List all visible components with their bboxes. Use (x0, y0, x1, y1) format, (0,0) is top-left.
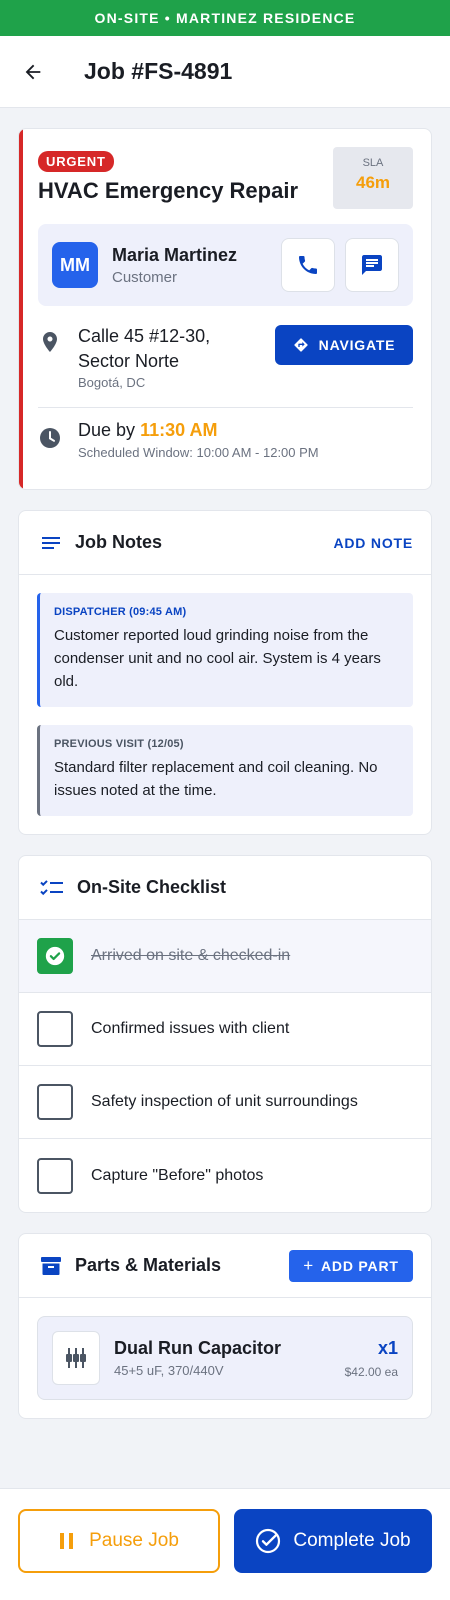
checklist-item-label: Arrived on site & checked-in (91, 947, 291, 964)
customer-name: Maria Martinez (112, 244, 238, 265)
back-button[interactable] (22, 52, 62, 92)
capacitor-icon (66, 1348, 86, 1368)
urgent-accent-bar (19, 129, 23, 489)
sla-label: SLA (362, 157, 384, 169)
check-circle-icon (256, 1528, 281, 1554)
address-city: Bogotá, DC (78, 375, 146, 390)
note-header: DISPATCHER (09:45 AM) (54, 606, 187, 618)
check-circle-icon (45, 946, 65, 966)
note-previous-visit: PREVIOUS VISIT (12/05) Standard filter r… (37, 725, 413, 816)
urgent-badge: URGENT (38, 151, 114, 172)
pause-job-label: Pause Job (89, 1530, 179, 1551)
add-part-button[interactable]: + ADD PART (289, 1249, 413, 1282)
part-item[interactable]: Dual Run Capacitor 45+5 uF, 370/440V x1 … (37, 1316, 413, 1400)
note-header: PREVIOUS VISIT (12/05) (54, 738, 184, 750)
arrow-left-icon (25, 64, 41, 79)
checklist-card: On-Site Checklist Arrived on site & chec… (18, 855, 432, 1213)
customer-panel: MM Maria Martinez Customer (38, 224, 413, 306)
parts-title: Parts & Materials (75, 1255, 222, 1275)
checkbox[interactable] (37, 1157, 73, 1194)
checklist-item[interactable]: Safety inspection of unit surroundings (19, 1066, 431, 1139)
checkbox-checked[interactable] (37, 938, 73, 974)
checklist-item-label: Safety inspection of unit surroundings (91, 1093, 358, 1110)
part-quantity: x1 (377, 1337, 398, 1358)
due-time: 11:30 AM (140, 420, 218, 440)
add-note-button[interactable]: ADD NOTE (333, 535, 413, 551)
status-banner-text: ON-SITE • MARTINEZ RESIDENCE (94, 10, 356, 26)
bottom-action-bar: Pause Job Complete Job (0, 1488, 450, 1600)
pause-icon (60, 1533, 74, 1549)
part-name: Dual Run Capacitor (114, 1338, 282, 1358)
checklist-item-label: Capture "Before" photos (91, 1166, 264, 1184)
location-pin-icon (43, 332, 57, 352)
checkbox[interactable] (37, 1011, 73, 1047)
checklist-item[interactable]: Confirmed issues with client (19, 993, 431, 1066)
notes-icon (42, 536, 60, 549)
due-text: Due by 11:30 AM (78, 420, 319, 441)
note-text: Standard filter replacement and coil cle… (54, 759, 378, 799)
clock-icon (40, 428, 60, 448)
checklist-icon (40, 879, 63, 895)
job-notes-header: Job Notes ADD NOTE (19, 511, 431, 575)
complete-job-button[interactable]: Complete Job (234, 1509, 432, 1573)
checkbox[interactable] (37, 1084, 73, 1120)
pause-job-button[interactable]: Pause Job (18, 1509, 220, 1573)
part-icon-box (52, 1331, 100, 1385)
address-line-1: Calle 45 #12-30, (78, 326, 211, 346)
due-row: Due by 11:30 AM Scheduled Window: 10:00 … (38, 420, 413, 460)
checklist-item[interactable]: Arrived on site & checked-in (19, 920, 431, 993)
add-part-label: ADD PART (321, 1257, 399, 1274)
sla-indicator: SLA 46m (333, 147, 413, 209)
due-prefix: Due by (78, 420, 136, 440)
customer-role: Customer (112, 268, 178, 286)
checklist-item-label: Confirmed issues with client (91, 1020, 290, 1037)
note-text: Customer reported loud grinding noise fr… (54, 627, 381, 690)
status-banner: ON-SITE • MARTINEZ RESIDENCE (0, 0, 450, 36)
scheduled-window: Scheduled Window: 10:00 AM - 12:00 PM (78, 445, 319, 460)
message-icon (362, 255, 382, 275)
job-notes-title: Job Notes (75, 532, 163, 552)
navigate-button[interactable]: NAVIGATE (275, 325, 413, 365)
sla-value: 46m (355, 173, 391, 192)
archive-box-icon (41, 1256, 61, 1275)
job-notes-card: Job Notes ADD NOTE DISPATCHER (09:45 AM)… (18, 510, 432, 835)
checklist-header: On-Site Checklist (19, 856, 431, 920)
plus-icon: + (303, 1255, 315, 1275)
part-price: $42.00 ea (344, 1364, 398, 1379)
job-summary-card: URGENT HVAC Emergency Repair SLA 46m MM … (18, 128, 432, 490)
note-dispatcher: DISPATCHER (09:45 AM) Customer reported … (37, 593, 413, 707)
complete-job-label: Complete Job (293, 1530, 411, 1551)
call-button[interactable] (281, 238, 335, 292)
phone-icon (299, 256, 317, 274)
navigate-label: NAVIGATE (318, 337, 396, 353)
customer-avatar: MM (52, 242, 98, 288)
checklist-item[interactable]: Capture "Before" photos (19, 1139, 431, 1212)
part-spec: 45+5 uF, 370/440V (114, 1363, 224, 1378)
address-line-2: Sector Norte (78, 351, 180, 371)
parts-header: Parts & Materials + ADD PART (19, 1234, 431, 1298)
page-title: Job #FS-4891 (84, 58, 233, 84)
message-button[interactable] (345, 238, 399, 292)
directions-icon (293, 338, 308, 352)
parts-card: Parts & Materials + ADD PART Dual Run Cap… (18, 1233, 432, 1419)
app-bar: Job #FS-4891 (0, 36, 450, 108)
address-row: Calle 45 #12-30, Sector Norte Bogotá, DC… (38, 324, 413, 408)
checklist-title: On-Site Checklist (77, 877, 227, 897)
